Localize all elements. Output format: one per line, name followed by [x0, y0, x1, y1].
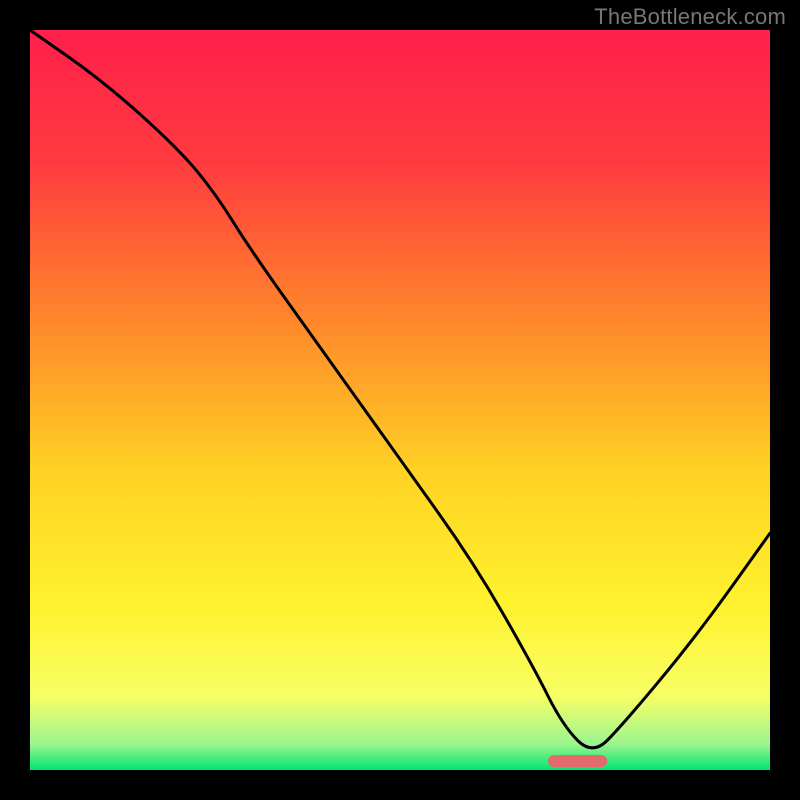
plot-area	[30, 30, 770, 770]
chart-svg	[30, 30, 770, 770]
watermark-text: TheBottleneck.com	[594, 4, 786, 30]
gradient-background	[30, 30, 770, 770]
chart-frame: TheBottleneck.com	[0, 0, 800, 800]
optimal-marker	[548, 755, 607, 767]
